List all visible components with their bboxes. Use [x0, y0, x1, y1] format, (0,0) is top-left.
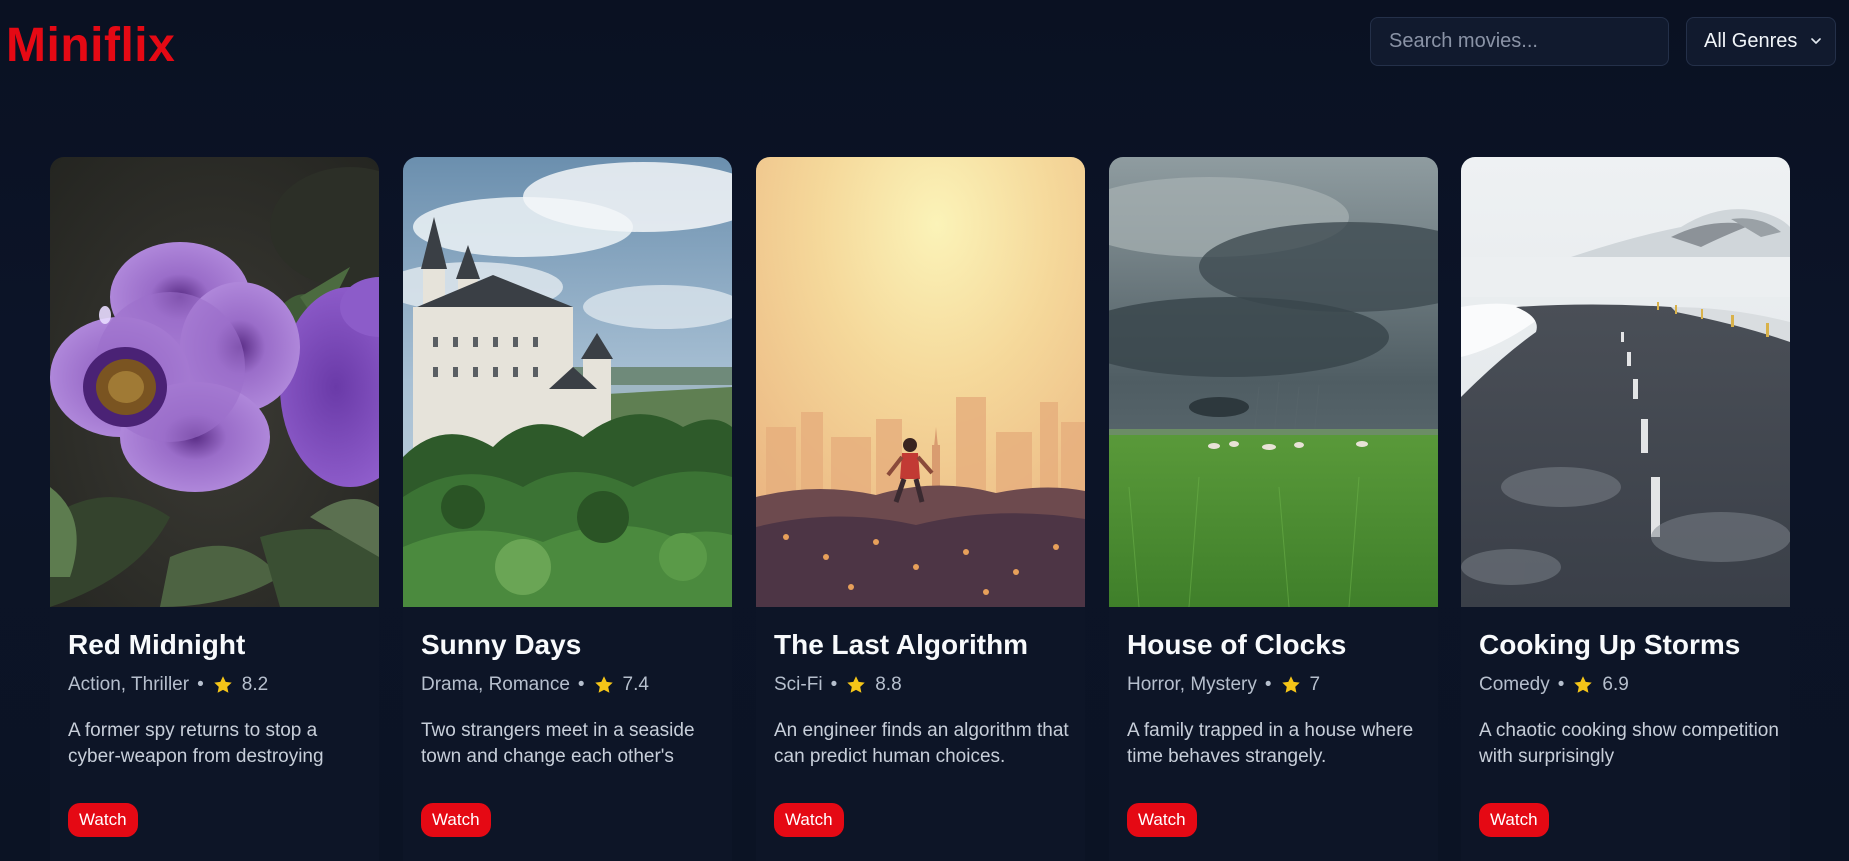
- movie-rating: 8.8: [875, 674, 902, 695]
- star-icon: [847, 676, 865, 693]
- movie-genres: Action, Thriller: [68, 674, 190, 695]
- separator-dot: •: [197, 674, 204, 695]
- movie-card[interactable]: The Last Algorithm Sci-Fi • 8.8 An engin…: [756, 157, 1085, 861]
- genre-select[interactable]: All Genres: [1686, 17, 1836, 66]
- movie-description: A family trapped in a house where time b…: [1127, 720, 1414, 767]
- star-icon: [1281, 676, 1300, 693]
- watch-button[interactable]: Watch: [68, 803, 138, 837]
- app: Miniflix All Genres: [0, 0, 1849, 861]
- runner-city-sunset-poster[interactable]: [756, 157, 1085, 607]
- star-icon: [214, 676, 232, 693]
- movie-description: A chaotic cooking show competition with …: [1479, 720, 1779, 767]
- search-input[interactable]: [1370, 17, 1669, 66]
- top-bar: Miniflix All Genres: [0, 0, 1849, 84]
- movie-meta: Drama, Romance • 7.4: [421, 674, 649, 696]
- movie-rating: 7: [1309, 674, 1321, 695]
- movie-rating: 6.9: [1602, 674, 1629, 695]
- movie-title[interactable]: Red Midnight: [68, 629, 245, 661]
- runner-city-sunset-image: [756, 157, 1085, 607]
- watch-button[interactable]: Watch: [1479, 803, 1549, 837]
- movie-description: Two strangers meet in a seaside town and…: [421, 720, 695, 767]
- movie-meta: Action, Thriller • 8.2: [68, 674, 268, 696]
- separator-dot: •: [577, 674, 585, 695]
- movie-genres: Horror, Mystery: [1127, 674, 1257, 695]
- movie-rating: 8.2: [241, 674, 269, 695]
- watch-button[interactable]: Watch: [421, 803, 491, 837]
- movie-title[interactable]: Cooking Up Storms: [1479, 629, 1740, 661]
- movie-meta: Horror, Mystery • 7: [1127, 674, 1320, 696]
- purple-flower-poster[interactable]: [50, 157, 379, 607]
- movie-description: An engineer finds an algorithm that can …: [774, 720, 1069, 767]
- movie-genres: Comedy: [1479, 674, 1550, 695]
- movie-genres: Drama, Romance: [421, 674, 570, 695]
- movie-rating: 7.4: [622, 674, 649, 695]
- storm-field-poster[interactable]: [1109, 157, 1438, 607]
- watch-button[interactable]: Watch: [774, 803, 844, 837]
- star-icon: [594, 676, 613, 693]
- snow-road-image: [1461, 157, 1790, 607]
- movie-title[interactable]: Sunny Days: [421, 629, 581, 661]
- movie-description: A former spy returns to stop a cyber-wea…: [68, 720, 324, 767]
- movie-genres: Sci-Fi: [774, 674, 823, 695]
- movie-title[interactable]: The Last Algorithm: [774, 629, 1028, 661]
- movie-meta: Sci-Fi • 8.8: [774, 674, 902, 696]
- purple-flower-image: [50, 157, 379, 607]
- snow-road-poster[interactable]: [1461, 157, 1790, 607]
- movie-card[interactable]: Cooking Up Storms Comedy • 6.9 A chaotic…: [1461, 157, 1790, 861]
- chevron-down-icon: [1811, 38, 1821, 44]
- separator-dot: •: [1264, 674, 1272, 695]
- storm-field-image: [1109, 157, 1438, 607]
- castle-forest-poster[interactable]: [403, 157, 732, 607]
- genre-select-value: All Genres: [1704, 30, 1798, 52]
- separator-dot: •: [1557, 674, 1565, 695]
- watch-button[interactable]: Watch: [1127, 803, 1197, 837]
- movie-meta: Comedy • 6.9: [1479, 674, 1629, 696]
- movie-card[interactable]: House of Clocks Horror, Mystery • 7 A fa…: [1109, 157, 1438, 861]
- castle-forest-image: [403, 157, 732, 607]
- star-icon: [1574, 676, 1593, 693]
- movie-card[interactable]: Sunny Days Drama, Romance • 7.4 Two stra…: [403, 157, 732, 861]
- movie-card[interactable]: Red Midnight Action, Thriller • 8.2 A fo…: [50, 157, 379, 861]
- movie-title[interactable]: House of Clocks: [1127, 629, 1346, 661]
- logo[interactable]: Miniflix: [6, 18, 175, 73]
- separator-dot: •: [830, 674, 838, 695]
